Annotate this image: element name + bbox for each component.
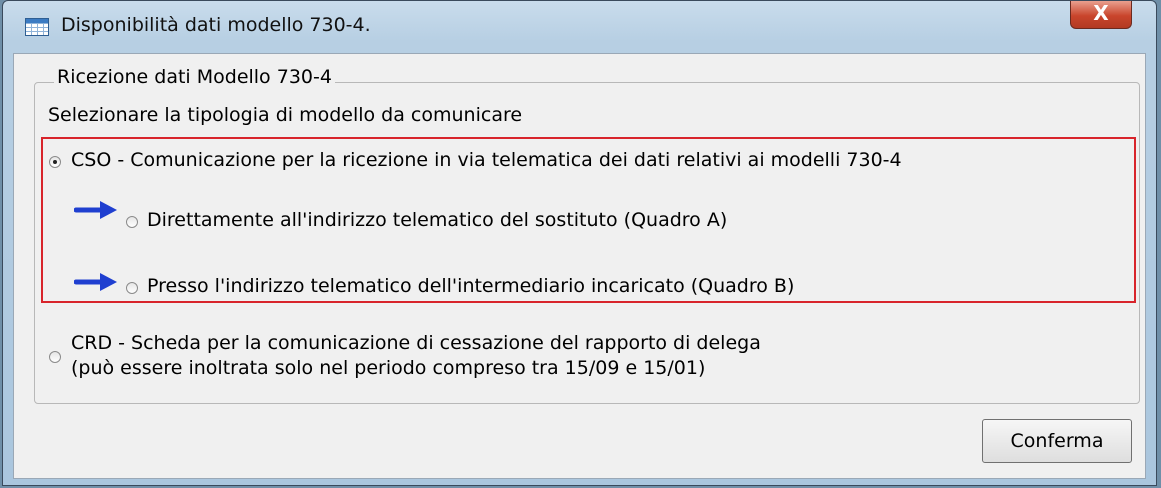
groupbox-legend: Ricezione dati Modello 730-4 bbox=[54, 66, 335, 88]
radio-crd[interactable] bbox=[49, 351, 61, 363]
option-quadro-b-label[interactable]: Presso l'indirizzo telematico dell'inter… bbox=[147, 275, 794, 297]
title-bar[interactable]: Disponibilità dati modello 730-4. X bbox=[3, 1, 1156, 53]
radio-quadro-a[interactable] bbox=[126, 216, 138, 228]
option-cso-label[interactable]: CSO - Comunicazione per la ricezione in … bbox=[71, 149, 902, 171]
option-crd-label-line2[interactable]: (può essere inoltrata solo nel periodo c… bbox=[71, 357, 705, 379]
radio-cso[interactable] bbox=[49, 156, 61, 168]
instruction-text: Selezionare la tipologia di modello da c… bbox=[48, 104, 523, 126]
dialog-body: Ricezione dati Modello 730-4 Selezionare… bbox=[13, 53, 1146, 479]
dialog-window: Disponibilità dati modello 730-4. X Rice… bbox=[2, 0, 1157, 486]
arrow-right-icon bbox=[74, 201, 117, 219]
radio-quadro-b[interactable] bbox=[126, 282, 138, 294]
arrow-right-icon bbox=[74, 273, 117, 291]
close-button[interactable]: X bbox=[1070, 1, 1132, 29]
option-quadro-a-label[interactable]: Direttamente all'indirizzo telematico de… bbox=[147, 209, 727, 231]
window-title: Disponibilità dati modello 730-4. bbox=[61, 14, 371, 36]
option-crd-label-line1[interactable]: CRD - Scheda per la comunicazione di ces… bbox=[71, 332, 761, 354]
confirm-button[interactable]: Conferma bbox=[982, 419, 1132, 463]
table-icon bbox=[25, 18, 49, 36]
